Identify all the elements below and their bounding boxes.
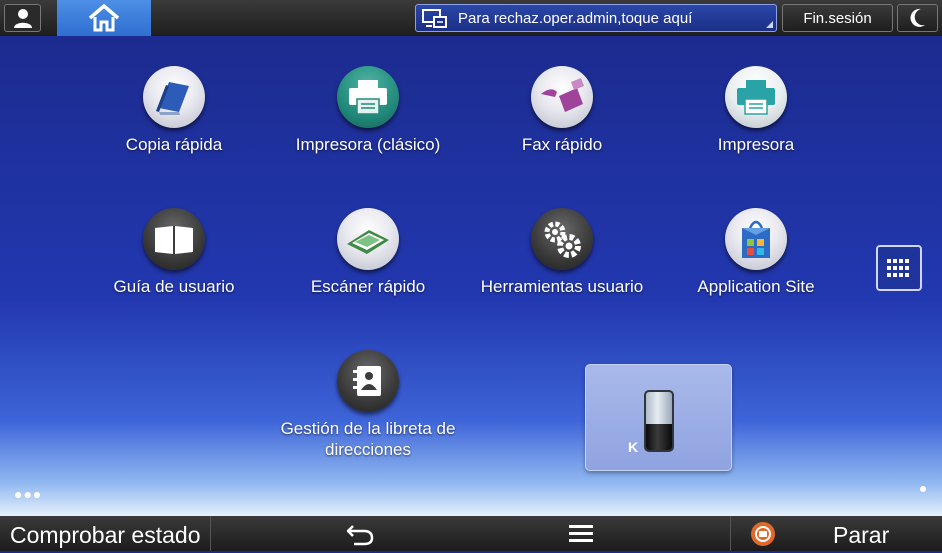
monitor-icon — [422, 9, 447, 28]
app-label: Herramientas usuario — [480, 277, 644, 296]
menu-icon — [569, 525, 593, 542]
app-application-site[interactable]: Application Site — [666, 208, 846, 297]
app-impresora-clasico[interactable]: Impresora (clásico) — [278, 66, 458, 155]
app-list-button[interactable] — [876, 245, 922, 291]
printer-icon — [337, 66, 399, 128]
check-status-label: Comprobar estado — [10, 522, 201, 548]
app-label: Escáner rápido — [310, 277, 426, 296]
check-status-button[interactable]: Comprobar estado — [0, 516, 211, 551]
page-indicator-right — [920, 486, 926, 492]
grid-icon — [887, 259, 909, 277]
bottom-bar: Comprobar estado Parar — [0, 516, 942, 551]
app-gestion-libreta[interactable]: Gestión de la libreta de direcciones — [278, 350, 458, 460]
app-label: Guía de usuario — [113, 277, 235, 296]
sleep-button[interactable] — [897, 4, 938, 32]
toner-ink-level — [646, 423, 672, 450]
admin-message-text: Para rechaz.oper.admin,toque aquí — [458, 10, 693, 27]
stop-icon — [751, 522, 775, 546]
copy-icon — [143, 66, 205, 128]
moon-icon — [910, 8, 925, 27]
toner-color-label: K — [628, 439, 639, 455]
app-label: Impresora (clásico) — [295, 135, 441, 154]
app-label: Fax rápido — [521, 135, 603, 154]
admin-message-button[interactable]: Para rechaz.oper.admin,toque aquí — [415, 4, 777, 32]
scanner-icon — [337, 208, 399, 270]
fax-icon — [531, 66, 593, 128]
address-book-icon — [337, 350, 399, 412]
app-label: Gestión de la libreta de direcciones — [280, 419, 456, 459]
app-fax-rapido[interactable]: Fax rápido — [472, 66, 652, 155]
user-icon — [13, 9, 32, 28]
app-label: Copia rápida — [125, 135, 223, 154]
top-bar: Para rechaz.oper.admin,toque aquí Fin.se… — [0, 0, 942, 36]
app-label: Application Site — [697, 277, 815, 296]
user-button[interactable] — [4, 4, 41, 32]
menu-button[interactable] — [566, 523, 596, 545]
stop-label: Parar — [833, 522, 890, 548]
shopping-bag-icon — [725, 208, 787, 270]
stop-button[interactable]: Parar — [730, 516, 942, 551]
app-copia-rapida[interactable]: Copia rápida — [84, 66, 264, 155]
gears-icon — [531, 208, 593, 270]
logout-button[interactable]: Fin.sesión — [782, 4, 893, 32]
app-guia-usuario[interactable]: Guía de usuario — [84, 208, 264, 297]
home-button[interactable] — [57, 0, 151, 36]
back-button[interactable] — [344, 520, 376, 548]
book-icon — [143, 208, 205, 270]
toner-tank — [644, 390, 674, 452]
home-screen: Copia rápida Impresora (clásico) Fax ráp… — [0, 36, 942, 516]
app-label: Impresora — [717, 135, 795, 154]
app-herramientas-usuario[interactable]: Herramientas usuario — [472, 208, 652, 297]
app-escaner-rapido[interactable]: Escáner rápido — [278, 208, 458, 297]
expand-corner-icon — [766, 21, 773, 28]
home-icon — [88, 4, 120, 32]
back-arrow-icon — [346, 525, 374, 546]
page-indicator-left: ●●● — [14, 486, 43, 502]
app-impresora[interactable]: Impresora — [666, 66, 846, 155]
printer-icon — [725, 66, 787, 128]
toner-level-widget[interactable]: K — [585, 364, 732, 471]
